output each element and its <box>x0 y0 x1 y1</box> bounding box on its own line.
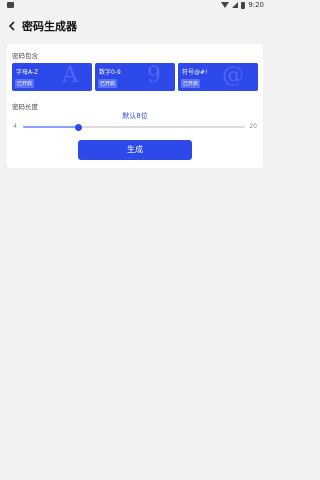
signal-icon <box>232 2 239 8</box>
digits-glyph: 9 <box>147 63 161 88</box>
app-bar: 密码生成器 <box>0 12 270 40</box>
option-letters-label: 字母A-Z <box>16 69 39 76</box>
wifi-icon <box>221 2 230 8</box>
option-letters[interactable]: A 字母A-Z 已开启 <box>12 63 92 91</box>
slider-fill <box>23 126 79 128</box>
generate-button[interactable]: 生成 <box>78 140 192 160</box>
slider-thumb[interactable] <box>75 123 82 131</box>
back-arrow-icon[interactable] <box>6 20 18 32</box>
letters-glyph: A <box>62 63 78 88</box>
generator-card: 密码包含 A 字母A-Z 已开启 9 数字0-9 已开启 @ 符号@#! 已开启… <box>7 44 263 168</box>
notification-icon <box>7 2 14 8</box>
page-title: 密码生成器 <box>22 20 77 33</box>
battery-icon <box>241 1 246 9</box>
length-value: 默认8位 <box>122 112 148 120</box>
symbols-glyph: @ <box>222 63 244 88</box>
status-bar: 9:20 <box>0 0 270 12</box>
option-digits-label: 数字0-9 <box>99 69 121 76</box>
length-slider[interactable] <box>23 123 245 131</box>
charset-label: 密码包含 <box>12 52 38 60</box>
slider-max-label: 20 <box>249 123 257 130</box>
length-label: 密码长度 <box>12 103 38 111</box>
option-symbols-badge: 已开启 <box>181 79 201 88</box>
slider-min-label: 4 <box>13 123 17 130</box>
option-digits[interactable]: 9 数字0-9 已开启 <box>95 63 175 91</box>
option-letters-badge: 已开启 <box>15 79 35 88</box>
option-symbols-label: 符号@#! <box>182 69 208 76</box>
charset-options: A 字母A-Z 已开启 9 数字0-9 已开启 @ 符号@#! 已开启 <box>12 63 258 91</box>
status-time: 9:20 <box>248 1 264 9</box>
option-digits-badge: 已开启 <box>98 79 118 88</box>
option-symbols[interactable]: @ 符号@#! 已开启 <box>178 63 258 91</box>
